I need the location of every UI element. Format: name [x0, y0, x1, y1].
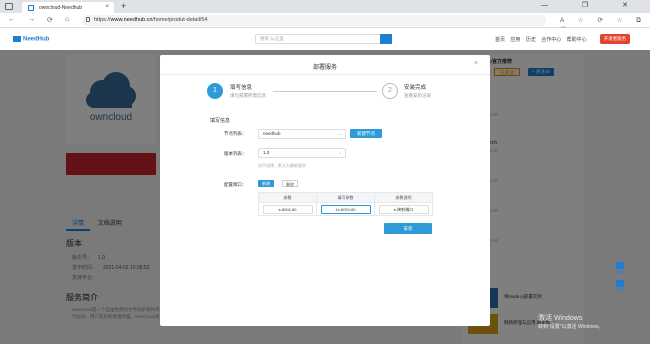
version-select[interactable]: 1.0 ⌄ — [258, 148, 346, 158]
port-table: 参数 填写参数 参数说明 e-8001:80 1e-8001:80 e-映射端口 — [258, 192, 433, 216]
tab-title: owncloud-Needhub — [39, 4, 83, 11]
browser-tab-strip: owncloud-Needhub × + — ❐ ✕ — [0, 0, 650, 13]
delete-port-button[interactable]: 删除 — [282, 180, 298, 187]
nav-item-home[interactable]: 首页 — [495, 37, 505, 43]
window-controls[interactable]: — ❐ ✕ — [541, 1, 644, 9]
chevron-down-icon: ⌄ — [338, 131, 342, 136]
site-logo[interactable]: NeedHub — [13, 36, 49, 43]
site-header: NeedHub 搜索 从这里 首页 应用 历史 合作中心 帮助中心 开发者服务 — [0, 28, 650, 50]
address-bar-row: ← → ⟳ ⌂ https://www.needhub.cn/home/prod… — [0, 13, 650, 32]
lock-icon — [86, 17, 90, 22]
logo-icon — [13, 36, 21, 42]
param-field[interactable]: e-8001:80 — [262, 204, 313, 214]
favicon-icon — [28, 4, 34, 11]
nav-item-history[interactable]: 历史 — [526, 37, 536, 43]
divider — [160, 74, 490, 75]
consult-float-button[interactable]: 咨询 — [612, 280, 628, 293]
browser-tab[interactable]: owncloud-Needhub × — [22, 2, 114, 13]
value-cell: 1e-8001:80 — [316, 202, 375, 216]
table-row: e-8001:80 1e-8001:80 e-映射端口 — [258, 202, 433, 216]
developer-service-button[interactable]: 开发者服务 — [600, 34, 630, 44]
chevron-down-icon: ⌄ — [338, 150, 342, 155]
chat-icon — [616, 280, 624, 287]
table-header-row: 参数 填写参数 参数说明 — [258, 192, 433, 203]
param-cell: e-8001:80 — [258, 202, 317, 216]
dialog-title: 部署服务 — [312, 65, 337, 71]
url-field[interactable]: https://www.needhub.cn/home/produt-detai… — [82, 15, 546, 26]
step-1-subtitle: 填写部署所需信息 — [230, 93, 266, 98]
deploy-dialog: 部署服务 × 1 填写信息 填写部署所需信息 2 安装完成 查看安装记录 填写信… — [160, 55, 490, 326]
column-header: 填写参数 — [316, 192, 375, 203]
step-2-title: 安装完成 — [404, 85, 427, 91]
new-tab-button[interactable]: + — [121, 1, 126, 11]
nav-item-partner[interactable]: 合作中心 — [541, 37, 561, 43]
form-section-label: 填写信息 — [210, 118, 231, 124]
desc-cell: e-映射端口 — [374, 202, 433, 216]
desc-field[interactable]: e-映射端口 — [378, 204, 429, 214]
step-2-indicator: 2 — [382, 83, 398, 99]
new-node-button[interactable]: 新建节点 — [350, 129, 382, 138]
add-port-button[interactable]: 新增 — [258, 180, 274, 187]
value-field[interactable]: 1e-8001:80 — [320, 204, 371, 214]
back-icon[interactable]: ← — [8, 16, 15, 23]
step-1-title: 填写信息 — [230, 85, 253, 91]
node-select[interactable]: needhub ⌄ — [258, 129, 346, 139]
step-1-indicator: 1 — [207, 83, 223, 99]
miniapp-float-button[interactable]: 小程序 — [612, 262, 628, 275]
site-search-input[interactable]: 搜索 从这里 — [255, 34, 392, 44]
forward-icon[interactable]: → — [28, 16, 35, 23]
node-label: 节点列表： — [224, 131, 247, 136]
port-label: 配置端口： — [224, 182, 247, 187]
nav-item-apps[interactable]: 应用 — [510, 37, 520, 43]
column-header: 参数说明 — [374, 192, 433, 203]
qrcode-icon — [616, 262, 624, 269]
top-nav: 首页 应用 历史 合作中心 帮助中心 — [495, 36, 591, 43]
nav-item-help[interactable]: 帮助中心 — [567, 37, 587, 43]
tab-close-icon[interactable]: × — [105, 4, 109, 10]
close-icon[interactable]: × — [474, 60, 478, 67]
home-icon[interactable]: ⌂ — [65, 16, 69, 23]
step-connector — [273, 91, 377, 92]
install-button[interactable]: 安装 — [384, 223, 432, 234]
step-2-subtitle: 查看安装记录 — [404, 93, 431, 98]
refresh-icon[interactable]: ⟳ — [47, 16, 53, 24]
version-label: 版本列表： — [224, 151, 247, 156]
version-hint: 如不选择，默认为最新版本 — [258, 163, 306, 168]
windows-watermark: 激活 Windows 转到"设置"以激活 Windows。 — [538, 315, 604, 330]
workspaces-icon[interactable] — [5, 3, 13, 10]
column-header: 参数 — [258, 192, 317, 203]
search-icon[interactable] — [380, 34, 392, 44]
